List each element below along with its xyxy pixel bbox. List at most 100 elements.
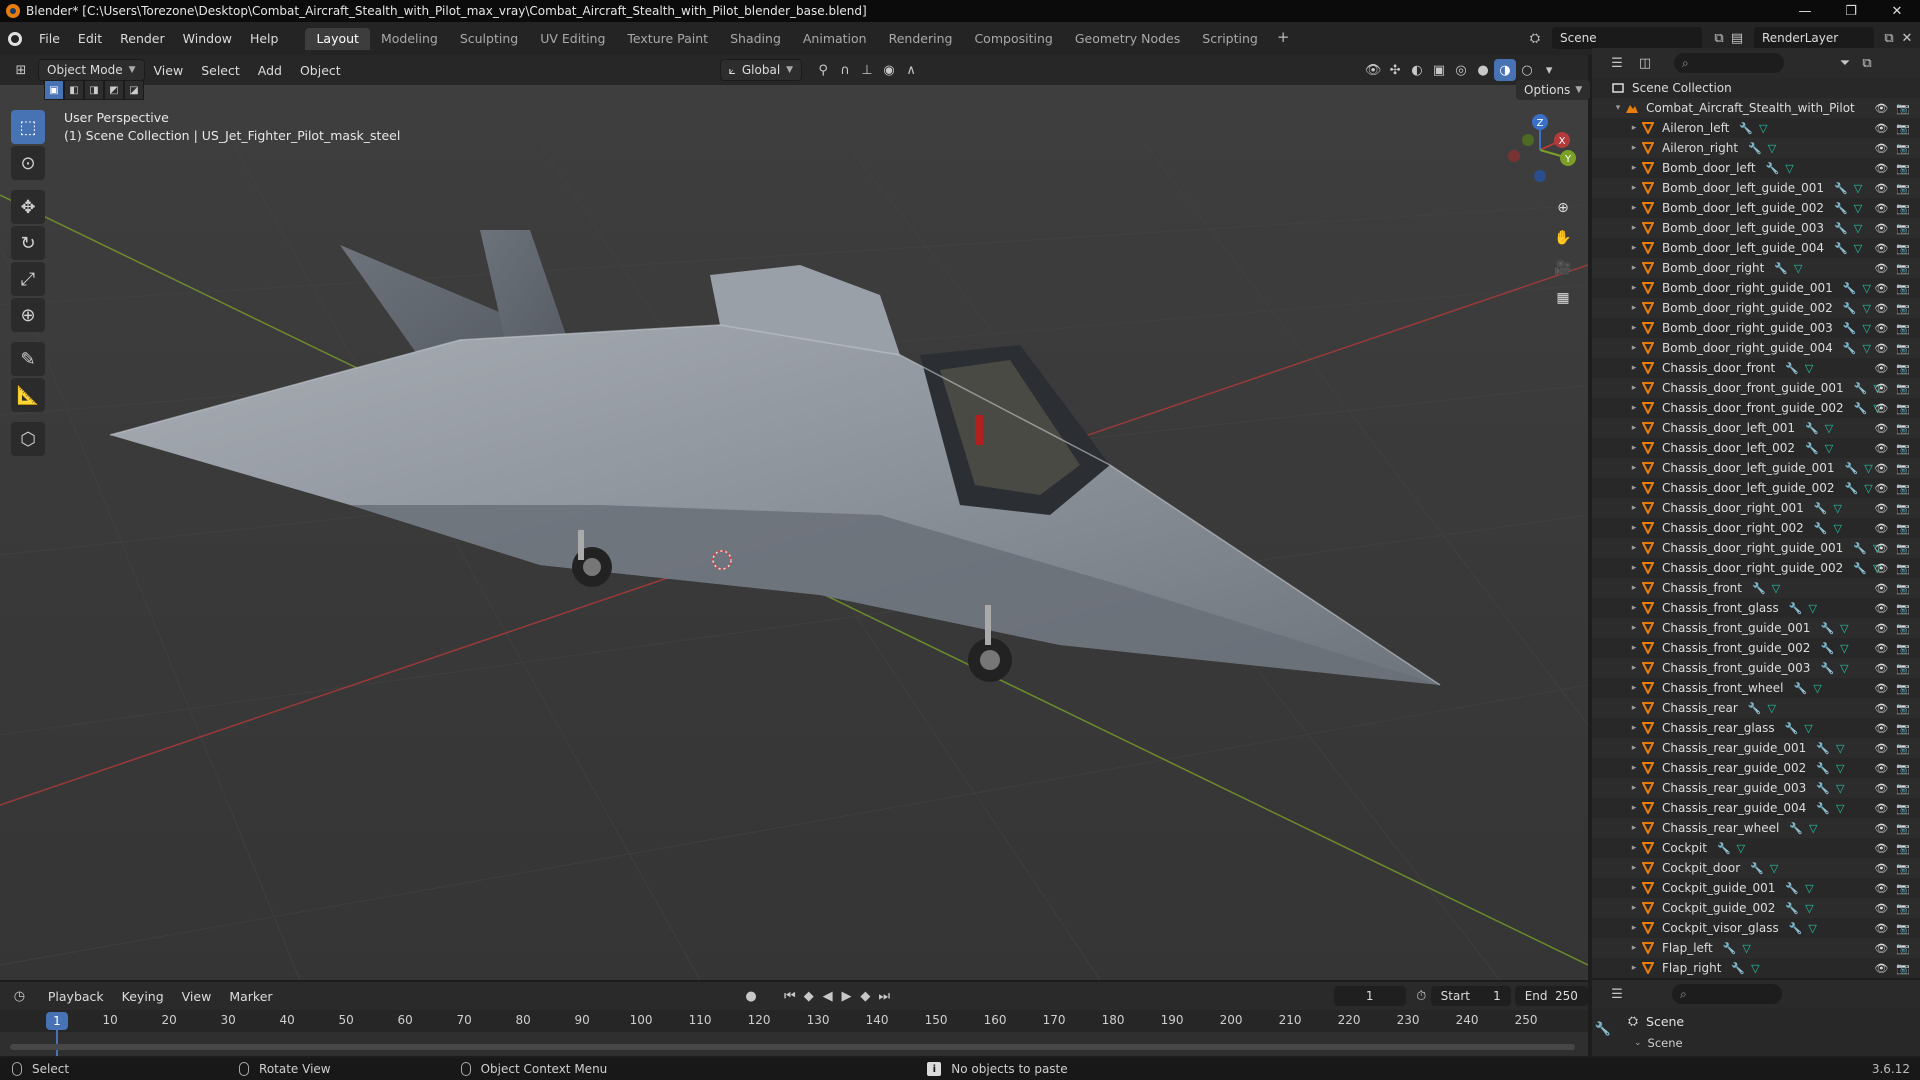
expand-arrow-icon[interactable]: ▸: [1628, 943, 1640, 953]
properties-editor-type-icon[interactable]: ☰: [1606, 983, 1628, 1005]
measure-tool-icon[interactable]: 📐: [11, 378, 45, 412]
expand-arrow-icon[interactable]: ▸: [1628, 363, 1640, 373]
outliner-item[interactable]: ▸ Cockpit 🔧 ▽ 👁 📷: [1592, 838, 1920, 858]
mesh-data-icon[interactable]: ▽: [1840, 622, 1848, 635]
viewport-options-dropdown[interactable]: Options ▼: [1516, 80, 1591, 100]
eye-icon[interactable]: 👁: [1874, 462, 1888, 475]
scene-panel-header[interactable]: ⌄ Scene: [1592, 1034, 1920, 1052]
timeline-menu-view[interactable]: View: [173, 989, 221, 1004]
mesh-data-icon[interactable]: ▽: [1804, 722, 1812, 735]
outliner-item[interactable]: ▸ Chassis_door_left_001 🔧 ▽ 👁 📷: [1592, 418, 1920, 438]
mesh-data-icon[interactable]: ▽: [1862, 282, 1870, 295]
eye-icon[interactable]: 👁: [1874, 122, 1888, 135]
eye-icon[interactable]: 👁: [1874, 902, 1888, 915]
eye-icon[interactable]: 👁: [1874, 402, 1888, 415]
expand-arrow-icon[interactable]: ▸: [1628, 343, 1640, 353]
outliner-item[interactable]: ▸ Chassis_rear 🔧 ▽ 👁 📷: [1592, 698, 1920, 718]
material-shading-icon[interactable]: ◑: [1494, 59, 1517, 81]
modifier-wrench-icon[interactable]: 🔧: [1845, 482, 1859, 495]
timeline-menu-keying[interactable]: Keying: [113, 989, 173, 1004]
camera-render-icon[interactable]: 📷: [1896, 842, 1910, 855]
camera-render-icon[interactable]: 📷: [1896, 622, 1910, 635]
mesh-data-icon[interactable]: ▽: [1751, 962, 1759, 975]
modifier-wrench-icon[interactable]: 🔧: [1752, 582, 1766, 595]
transform-orientation-dropdown[interactable]: ⟀ Global ▼: [719, 59, 803, 81]
play-icon[interactable]: ▶: [837, 985, 856, 1007]
camera-render-icon[interactable]: 📷: [1896, 162, 1910, 175]
snap-target-icon[interactable]: ⊥: [856, 59, 878, 81]
modifier-wrench-icon[interactable]: 🔧: [1853, 562, 1867, 575]
camera-render-icon[interactable]: 📷: [1896, 802, 1910, 815]
expand-arrow-icon[interactable]: ▸: [1628, 523, 1640, 533]
mesh-data-icon[interactable]: ▽: [1772, 582, 1780, 595]
modifier-wrench-icon[interactable]: 🔧: [1748, 702, 1762, 715]
modifier-wrench-icon[interactable]: 🔧: [1766, 162, 1780, 175]
add-cube-tool-icon[interactable]: ⬡: [11, 422, 45, 456]
solid-shading-icon[interactable]: ●: [1472, 59, 1494, 81]
expand-arrow-icon[interactable]: ▸: [1628, 503, 1640, 513]
outliner-item[interactable]: ▸ Bomb_door_left_guide_004 🔧 ▽ 👁 📷: [1592, 238, 1920, 258]
outliner-item[interactable]: ▸ Chassis_door_front_guide_002 🔧 ▽ 👁 📷: [1592, 398, 1920, 418]
camera-render-icon[interactable]: 📷: [1896, 962, 1910, 975]
outliner-item[interactable]: ▸ Bomb_door_left_guide_002 🔧 ▽ 👁 📷: [1592, 198, 1920, 218]
current-frame-field[interactable]: 1: [1333, 986, 1406, 1006]
camera-render-icon[interactable]: 📷: [1896, 402, 1910, 415]
expand-arrow-icon[interactable]: ▸: [1628, 683, 1640, 693]
prev-keyframe-icon[interactable]: ◆: [799, 985, 818, 1007]
record-icon[interactable]: ●: [742, 985, 761, 1007]
eye-icon[interactable]: 👁: [1874, 802, 1888, 815]
tab-compositing[interactable]: Compositing: [963, 28, 1063, 50]
outliner-item[interactable]: ▸ Bomb_door_left 🔧 ▽ 👁 📷: [1592, 158, 1920, 178]
cursor-tool-icon[interactable]: ⊙: [11, 146, 45, 180]
mesh-data-icon[interactable]: ▽: [1809, 822, 1817, 835]
modifier-wrench-icon[interactable]: 🔧: [1834, 182, 1848, 195]
camera-render-icon[interactable]: 📷: [1896, 142, 1910, 155]
eye-icon[interactable]: 👁: [1874, 182, 1888, 195]
zoom-view-icon[interactable]: ⊕: [1550, 195, 1576, 221]
camera-render-icon[interactable]: 📷: [1896, 522, 1910, 535]
eye-icon[interactable]: 👁: [1874, 342, 1888, 355]
modifier-wrench-icon[interactable]: 🔧: [1731, 962, 1745, 975]
modifier-wrench-icon[interactable]: 🔧: [1785, 362, 1799, 375]
eye-icon[interactable]: 👁: [1874, 162, 1888, 175]
modifier-wrench-icon[interactable]: 🔧: [1814, 502, 1828, 515]
wireframe-shading-icon[interactable]: ◎: [1450, 59, 1472, 81]
expand-arrow-icon[interactable]: ▸: [1628, 583, 1640, 593]
expand-arrow-icon[interactable]: ▸: [1628, 443, 1640, 453]
expand-arrow-icon[interactable]: ▸: [1628, 563, 1640, 573]
editor-type-icon[interactable]: ⊞: [10, 59, 32, 81]
modifier-wrench-icon[interactable]: 🔧: [1794, 682, 1808, 695]
select-intersect-icon[interactable]: ◪: [124, 80, 144, 100]
next-keyframe-icon[interactable]: ◆: [856, 985, 875, 1007]
modifier-wrench-icon[interactable]: 🔧: [1843, 322, 1857, 335]
eye-icon[interactable]: 👁: [1874, 282, 1888, 295]
outliner-item[interactable]: ▸ Chassis_front_wheel 🔧 ▽ 👁 📷: [1592, 678, 1920, 698]
camera-render-icon[interactable]: 📷: [1896, 922, 1910, 935]
camera-render-icon[interactable]: 📷: [1896, 262, 1910, 275]
eye-icon[interactable]: 👁: [1874, 302, 1888, 315]
blender-menu-icon[interactable]: [0, 31, 30, 46]
eye-icon[interactable]: 👁: [1874, 682, 1888, 695]
modifier-wrench-icon[interactable]: 🔧: [1805, 422, 1819, 435]
modifier-wrench-icon[interactable]: 🔧: [1789, 922, 1803, 935]
eye-icon[interactable]: 👁: [1874, 942, 1888, 955]
mesh-data-icon[interactable]: ▽: [1854, 202, 1862, 215]
select-subtract-icon[interactable]: ◨: [84, 80, 104, 100]
mesh-data-icon[interactable]: ▽: [1767, 702, 1775, 715]
jump-start-icon[interactable]: ⏮: [780, 985, 799, 1007]
tab-shading[interactable]: Shading: [719, 28, 792, 50]
mesh-data-icon[interactable]: ▽: [1768, 142, 1776, 155]
properties-search-input[interactable]: ⌕: [1672, 984, 1782, 1004]
select-difference-icon[interactable]: ◩: [104, 80, 124, 100]
visibility-icon[interactable]: 👁: [1362, 59, 1384, 81]
start-frame-field[interactable]: Start 1: [1430, 986, 1511, 1006]
expand-arrow-icon[interactable]: ▸: [1628, 783, 1640, 793]
tab-geometry-nodes[interactable]: Geometry Nodes: [1064, 28, 1191, 50]
expand-arrow-icon[interactable]: ▸: [1628, 703, 1640, 713]
expand-arrow-icon[interactable]: ▸: [1628, 883, 1640, 893]
eye-icon[interactable]: 👁: [1874, 202, 1888, 215]
expand-arrow-icon[interactable]: ▸: [1628, 383, 1640, 393]
modifier-wrench-icon[interactable]: 🔧: [1789, 822, 1803, 835]
outliner-item[interactable]: ▸ Chassis_rear_wheel 🔧 ▽ 👁 📷: [1592, 818, 1920, 838]
expand-arrow-icon[interactable]: ▸: [1628, 823, 1640, 833]
